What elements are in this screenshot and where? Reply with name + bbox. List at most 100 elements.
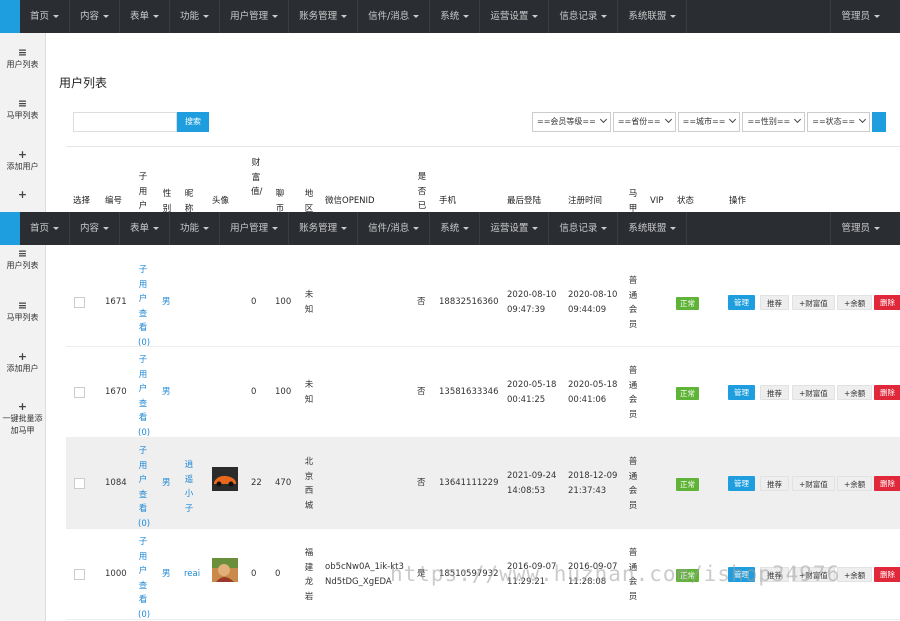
nav-user-management[interactable]: 用户管理 [220,212,290,245]
delete-button[interactable]: 删除 [874,567,900,582]
admin-menu[interactable]: 管理员 [830,212,900,245]
add-wealth-button[interactable]: +财富值 [792,385,835,400]
nav-alliance[interactable]: 系统联盟 [618,212,688,245]
filter-status[interactable]: ==状态== [807,112,871,132]
logo[interactable] [0,0,20,33]
add-balance-button[interactable]: +余额 [837,295,873,310]
subusers-link[interactable]: 子用户查看(0) [138,263,150,350]
subusers-link[interactable]: 子用户查看(0) [138,353,150,440]
nav-functions[interactable]: 功能 [170,212,221,245]
nav-operations[interactable]: 运营设置 [480,212,550,245]
search-button[interactable]: 搜索 [177,112,209,132]
col-header-openid: 微信OPENID [325,196,375,206]
nav-forms[interactable]: 表单 [120,0,171,33]
search-input[interactable] [73,112,177,132]
sidebar-label: 一键批量添加马甲 [2,413,43,435]
sidebar-item-add-user[interactable]: + 添加用户 [0,135,45,186]
nav-content[interactable]: 内容 [70,212,121,245]
recommend-button[interactable]: 推荐 [760,476,789,491]
manage-button[interactable]: 管理 [728,295,755,310]
nav-alliance[interactable]: 系统联盟 [618,0,688,33]
nav-logs[interactable]: 信息记录 [549,0,619,33]
cell-region: 未知 [304,380,314,405]
delete-button[interactable]: 删除 [874,295,900,310]
filter-gender[interactable]: ==性别== [742,112,806,132]
chevron-down-icon [729,115,737,124]
cell-nickname[interactable]: 逍遥小子 [184,458,194,516]
nav-label: 信息记录 [559,11,598,22]
row-checkbox[interactable] [74,569,85,580]
add-balance-button[interactable]: +余额 [837,567,873,582]
nav-system[interactable]: 系统 [430,0,481,33]
cell-coins: 100 [275,297,292,307]
admin-menu[interactable]: 管理员 [830,0,900,33]
sidebar-item-batch-add-vest[interactable]: + [0,186,45,212]
sidebar-item-user-list[interactable]: ≡ 用户列表 [0,245,45,270]
page-title: 用户列表 [59,76,108,90]
caret-down-icon [203,15,210,18]
nav-accounts[interactable]: 账务管理 [289,0,359,33]
manage-button[interactable]: 管理 [728,476,755,491]
add-wealth-button[interactable]: +财富值 [792,476,835,491]
cell-vip: 普通会员 [628,276,638,330]
row-checkbox[interactable] [74,297,85,308]
nav-messages[interactable]: 信件/消息 [358,0,431,33]
delete-button[interactable]: 删除 [874,385,900,400]
delete-button[interactable]: 删除 [874,476,900,491]
top-navbar-duplicate: 首页 内容 表单 功能 用户管理 账务管理 信件/消息 系统 运营设置 信息记录… [0,212,900,245]
nav-label: 运营设置 [490,223,529,234]
nav-functions[interactable]: 功能 [170,0,221,33]
add-wealth-button[interactable]: +财富值 [792,295,835,310]
sidebar-item-add-user[interactable]: + 添加用户 [0,337,45,388]
sidebar-item-vest-list[interactable]: ≡ 马甲列表 [0,84,45,135]
list-icon: ≡ [17,97,28,110]
nav-logs[interactable]: 信息记录 [549,212,619,245]
filter-city[interactable]: ==城市== [677,112,741,132]
nav-home[interactable]: 首页 [20,0,71,33]
nav-messages[interactable]: 信件/消息 [358,212,431,245]
recommend-button[interactable]: 推荐 [760,295,789,310]
nav-label: 系统 [440,223,460,234]
sidebar-item-user-list[interactable]: ≡ 用户列表 [0,33,45,84]
recommend-button[interactable]: 推荐 [760,385,789,400]
sidebar-item-vest-list[interactable]: ≡ 马甲列表 [0,286,45,337]
top-navbar: 首页 内容 表单 功能 用户管理 账务管理 信件/消息 系统 运营设置 信息记录… [0,0,900,33]
nav-menu: 首页 内容 表单 功能 用户管理 账务管理 信件/消息 系统 运营设置 信息记录… [20,0,688,33]
nav-label: 用户管理 [230,223,269,234]
list-icon: ≡ [17,46,28,59]
cell-reg-time: 2018-12-09 21:37:43 [568,471,618,496]
nav-menu: 首页 内容 表单 功能 用户管理 账务管理 信件/消息 系统 运营设置 信息记录… [20,212,688,245]
nav-label: 首页 [30,223,50,234]
cell-region: 未知 [304,290,314,315]
subusers-link[interactable]: 子用户查看(0) [138,535,150,621]
sidebar: ≡ 用户列表 ≡ 马甲列表 + 添加用户 + [0,33,46,212]
nav-system[interactable]: 系统 [430,212,481,245]
cell-phone: 13641111229 [439,478,499,488]
nav-label: 账务管理 [299,223,338,234]
filter-province[interactable]: ==省份== [612,112,676,132]
cell-id: 1084 [105,478,127,488]
filter-submit-button[interactable] [872,112,887,132]
col-header-followed: 是否已关注 [417,172,427,211]
row-checkbox[interactable] [74,478,85,489]
col-header-phone: 手机 [439,196,457,206]
nav-accounts[interactable]: 账务管理 [289,212,359,245]
caret-down-icon [601,227,608,230]
nav-user-management[interactable]: 用户管理 [220,0,290,33]
sidebar-item-batch-add-vest[interactable]: + 一键批量添加马甲 [0,388,45,448]
filter-member-level[interactable]: ==会员等级== [532,112,611,132]
caret-down-icon [103,15,110,18]
caret-down-icon [874,15,880,18]
cell-nickname[interactable]: reai [184,567,200,582]
manage-button[interactable]: 管理 [728,385,755,400]
add-balance-button[interactable]: +余额 [837,476,873,491]
subusers-link[interactable]: 子用户查看(0) [138,444,150,531]
col-header-gender: 性别 [162,189,172,212]
nav-forms[interactable]: 表单 [120,212,171,245]
nav-operations[interactable]: 运营设置 [480,0,550,33]
nav-home[interactable]: 首页 [20,212,71,245]
logo[interactable] [0,212,20,245]
nav-content[interactable]: 内容 [70,0,121,33]
row-checkbox[interactable] [74,387,85,398]
add-balance-button[interactable]: +余额 [837,385,873,400]
